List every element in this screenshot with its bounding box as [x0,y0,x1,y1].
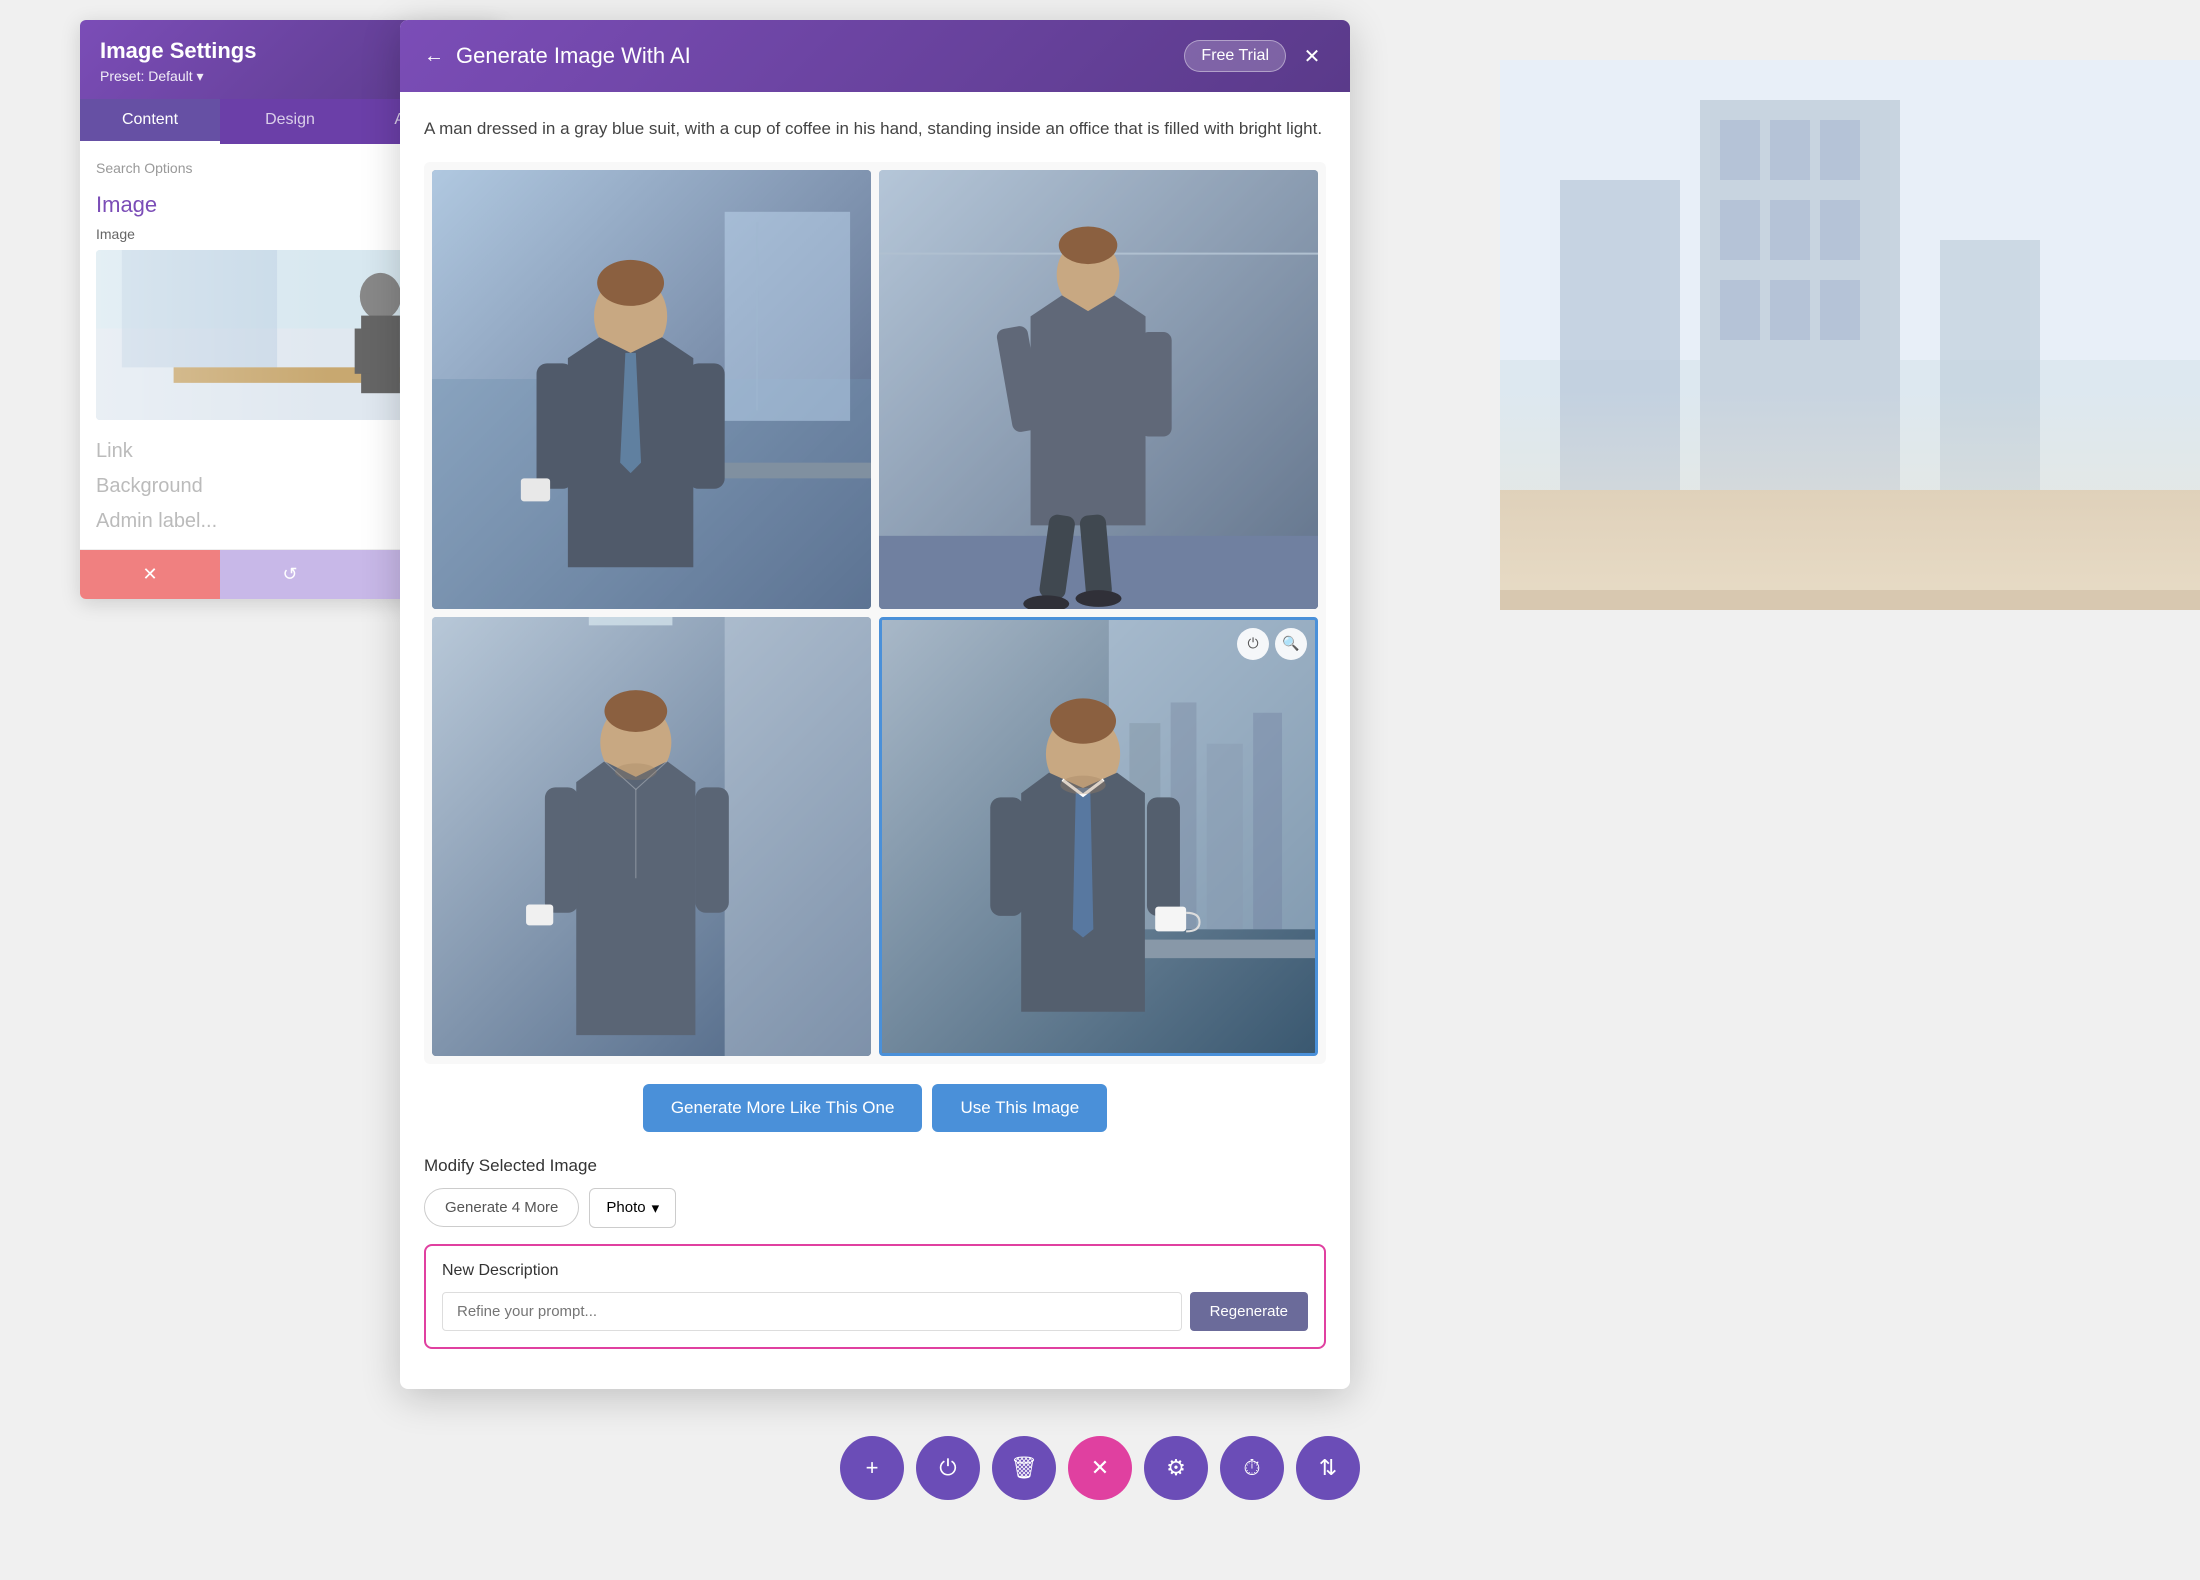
modal-title: Generate Image With AI [456,43,691,69]
toolbar-settings-button[interactable]: ⚙ [1144,1436,1208,1500]
toolbar-power-button[interactable]: ⏻ [916,1436,980,1500]
grid-image-4[interactable]: ⏻ 🔍 [879,617,1318,1056]
close-button[interactable]: ✕ [1298,42,1326,70]
cancel-button[interactable]: ✕ [80,550,220,599]
generate-more-button[interactable]: Generate More Like This One [643,1084,923,1132]
tab-design[interactable]: Design [220,99,360,144]
add-icon: + [866,1455,879,1481]
grid-image-2[interactable] [879,170,1318,609]
new-desc-input-row: Regenerate [442,1292,1308,1331]
action-buttons-row: Generate More Like This One Use This Ima… [424,1084,1326,1132]
zoom-overlay-icon[interactable]: 🔍 [1275,628,1307,660]
toolbar-history-button[interactable]: ⏱ [1220,1436,1284,1500]
trash-icon: 🗑 [1010,1455,1038,1481]
image-overlay-icons: ⏻ 🔍 [1237,628,1307,660]
generate-image-modal: ← Generate Image With AI Free Trial ✕ A … [400,20,1350,1389]
modal-header-right: Free Trial ✕ [1184,40,1326,72]
modal-header: ← Generate Image With AI Free Trial ✕ [400,20,1350,92]
new-description-input[interactable] [442,1292,1182,1331]
new-description-title: New Description [442,1262,1308,1280]
regenerate-button[interactable]: Regenerate [1190,1292,1308,1331]
modify-title: Modify Selected Image [424,1156,1326,1176]
gear-icon: ⚙ [1166,1455,1186,1481]
modal-body: A man dressed in a gray blue suit, with … [400,92,1350,1389]
new-description-section: New Description Regenerate [424,1244,1326,1349]
prompt-text: A man dressed in a gray blue suit, with … [424,116,1326,142]
free-trial-badge[interactable]: Free Trial [1184,40,1286,72]
bottom-toolbar: + ⏻ 🗑 ✕ ⚙ ⏱ ⇅ [840,1436,1360,1500]
modify-controls: Generate 4 More Photo ▾ [424,1188,1326,1228]
adjust-icon: ⇅ [1319,1455,1337,1481]
toolbar-adjust-button[interactable]: ⇅ [1296,1436,1360,1500]
clock-icon: ⏱ [1243,1455,1260,1481]
back-arrow-icon[interactable]: ← [424,45,444,68]
panel-title-text: Image Settings [100,38,256,64]
photo-type-select[interactable]: Photo ▾ [589,1188,676,1228]
toolbar-close-button[interactable]: ✕ [1068,1436,1132,1500]
image-grid: ⏻ 🔍 [424,162,1326,1064]
grid-image-3[interactable] [432,617,871,1056]
power-icon: ⏻ [939,1455,956,1481]
use-image-button[interactable]: Use This Image [932,1084,1107,1132]
power-overlay-icon[interactable]: ⏻ [1237,628,1269,660]
toolbar-add-button[interactable]: + [840,1436,904,1500]
toolbar-delete-button[interactable]: 🗑 [992,1436,1056,1500]
close-icon: ✕ [1091,1455,1109,1481]
modify-section: Modify Selected Image Generate 4 More Ph… [424,1156,1326,1228]
undo-button[interactable]: ↺ [220,550,360,599]
grid-image-1[interactable] [432,170,871,609]
generate-4-more-button[interactable]: Generate 4 More [424,1188,579,1227]
modal-header-left: ← Generate Image With AI [424,43,691,69]
background-image-area [1500,60,2200,610]
tab-content[interactable]: Content [80,99,220,144]
